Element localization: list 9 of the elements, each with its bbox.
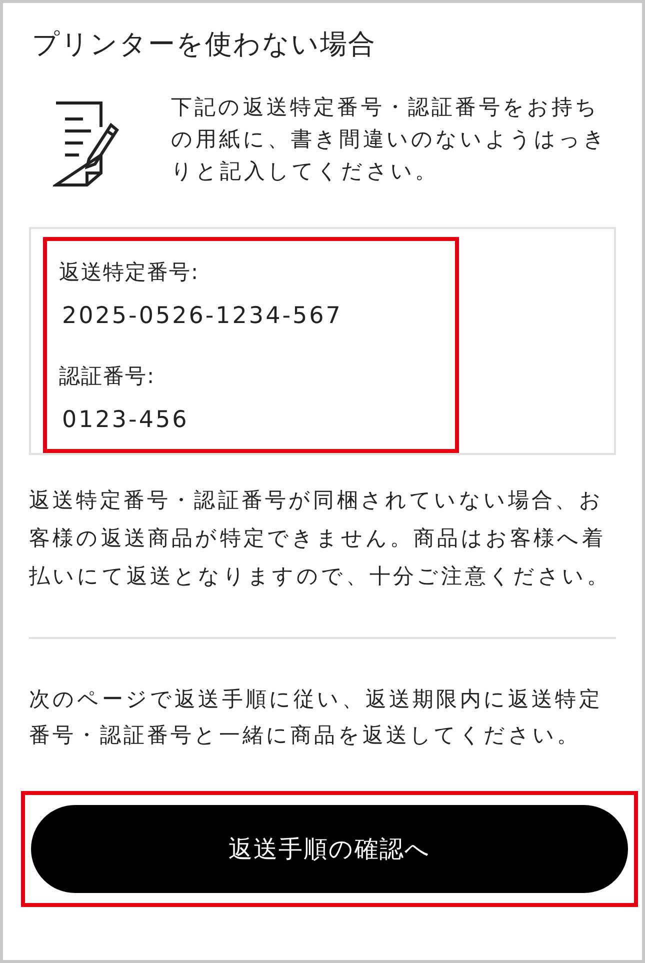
notice-text: 返送特定番号・認証番号が同梱されていない場合、お客様の返送商品が特定できません。商品はお客様へ着払いにて返送となりますので、十分ご注意ください。 bbox=[29, 487, 612, 590]
section-title: プリンターを使わない場合 bbox=[32, 28, 377, 62]
field-value: 0123-456 bbox=[62, 406, 190, 435]
instruction-text: 下記の返送特定番号・認証番号をお持ちの用紙に、書き間違いのないようはっきりと記入してください。 bbox=[171, 94, 609, 185]
next-step-text: 次のページで返送手順に従い、返送期限内に返送特定番号・認証番号と一緒に商品を返送してください。 bbox=[29, 686, 604, 749]
field-value: 2025-0526-1234-567 bbox=[62, 302, 344, 331]
field-label: 認証番号: bbox=[59, 363, 156, 390]
field-label: 返送特定番号: bbox=[59, 259, 200, 286]
confirm-button[interactable]: 返送手順の確認へ bbox=[31, 805, 628, 893]
